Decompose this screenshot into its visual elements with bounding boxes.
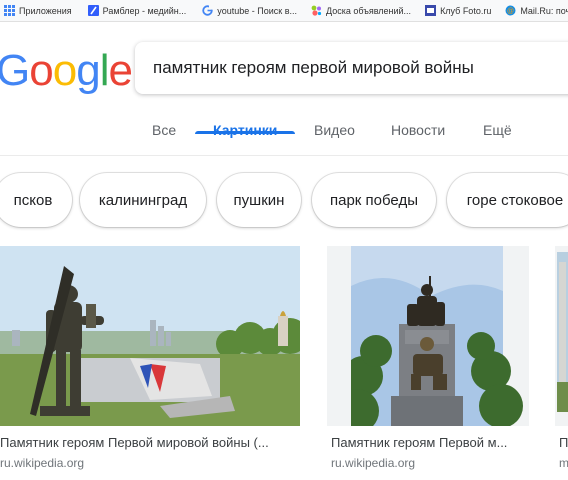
search-header: Google Все Картинки Видео Новости Ещё	[0, 22, 568, 156]
bookmark-mailru[interactable]: @ Mail.Ru: почта, по...	[501, 0, 568, 21]
logo-letter: o	[52, 46, 78, 95]
chip-pskov[interactable]: псков	[0, 173, 72, 227]
foto-icon	[425, 5, 437, 16]
search-box[interactable]	[135, 42, 568, 94]
bookmark-label: Рамблер - медийн...	[102, 5, 187, 16]
related-searches-chips: псков калининград пушкин парк победы гор…	[0, 170, 568, 232]
bookmark-label: Mail.Ru: почта, по...	[520, 5, 568, 16]
bookmark-label: Приложения	[19, 5, 72, 16]
result-title[interactable]: П	[559, 435, 568, 450]
chip-victory-park[interactable]: парк победы	[312, 173, 436, 227]
avito-icon	[311, 5, 322, 16]
bookmark-label: youtube - Поиск в...	[217, 5, 297, 16]
bookmark-avito[interactable]: Доска объявлений...	[307, 0, 417, 21]
result-title[interactable]: Памятник героям Первой мировой войны (..…	[0, 435, 300, 450]
tab-news[interactable]: Новости	[391, 122, 445, 156]
google-g-icon	[202, 5, 214, 16]
bookmark-label: Доска объявлений...	[326, 5, 412, 16]
logo-letter: o	[29, 46, 54, 95]
tab-more[interactable]: Ещё	[483, 122, 512, 156]
result-title[interactable]: Памятник героям Первой м...	[331, 435, 531, 450]
result-source[interactable]: m	[559, 456, 568, 470]
result-source[interactable]: ru.wikipedia.org	[0, 456, 84, 470]
result-image[interactable]	[0, 246, 300, 426]
bookmarks-bar: Приложения Рамблер - медийн... youtube -…	[0, 0, 568, 22]
svg-text:@: @	[507, 8, 514, 15]
tab-images[interactable]: Картинки	[213, 122, 277, 156]
mailru-icon: @	[505, 5, 516, 16]
bookmark-foto-club[interactable]: Клуб Foto.ru	[421, 0, 497, 21]
result-image[interactable]	[555, 246, 568, 426]
active-tab-indicator	[195, 131, 295, 134]
chip-gore-stock[interactable]: горе стоковое	[447, 173, 568, 227]
bookmark-label: Клуб Foto.ru	[440, 5, 492, 16]
result-image[interactable]	[327, 246, 529, 426]
logo-letter: g	[76, 46, 101, 95]
bookmark-apps[interactable]: Приложения	[0, 0, 78, 21]
chip-pushkin[interactable]: пушкин	[217, 173, 301, 227]
search-input[interactable]	[153, 54, 568, 82]
bookmark-rambler[interactable]: Рамблер - медийн...	[84, 0, 193, 21]
logo-letter: e	[108, 46, 133, 95]
google-logo[interactable]: Google	[0, 46, 133, 96]
logo-letter: G	[0, 46, 30, 95]
search-tabs: Все Картинки Видео Новости Ещё	[0, 118, 568, 156]
result-source[interactable]: ru.wikipedia.org	[331, 456, 415, 470]
tab-all[interactable]: Все	[152, 122, 176, 156]
chip-kaliningrad[interactable]: калининград	[80, 173, 206, 227]
rambler-icon	[87, 5, 99, 16]
tab-video[interactable]: Видео	[314, 122, 355, 156]
apps-grid-icon	[4, 5, 15, 16]
bookmark-youtube-search[interactable]: youtube - Поиск в...	[198, 0, 303, 21]
